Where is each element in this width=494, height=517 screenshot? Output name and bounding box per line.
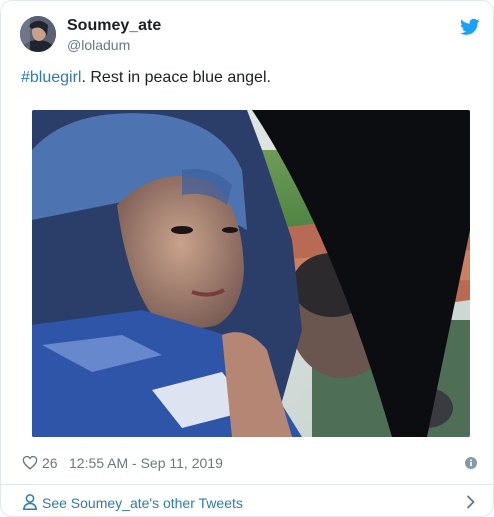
author-name[interactable]: Soumey_ate xyxy=(67,17,161,35)
tweet-text-body: . Rest in peace blue angel. xyxy=(81,69,271,86)
info-icon[interactable] xyxy=(465,457,477,469)
avatar-image xyxy=(20,16,56,52)
tweet-meta: 26 12:55 AM - Sep 11, 2019 xyxy=(22,453,477,473)
timestamp-link[interactable]: 12:55 AM - Sep 11, 2019 xyxy=(69,455,223,471)
tweet-photo[interactable] xyxy=(32,110,470,437)
tweet-header: Soumey_ate @loladum xyxy=(20,16,480,56)
see-other-tweets-link[interactable]: See Soumey_ate's other Tweets xyxy=(1,485,493,516)
tweet-text: #bluegirl. Rest in peace blue angel. xyxy=(21,67,475,89)
hashtag-link[interactable]: #bluegirl xyxy=(21,69,81,86)
twitter-bird-icon[interactable] xyxy=(460,18,480,36)
like-count: 26 xyxy=(42,455,58,471)
tweet-card: Soumey_ate @loladum #bluegirl. Rest in p… xyxy=(0,0,494,517)
heart-icon[interactable] xyxy=(22,455,38,470)
avatar[interactable] xyxy=(20,16,56,52)
photo-image xyxy=(32,110,470,437)
chevron-right-icon xyxy=(467,495,475,509)
person-icon xyxy=(23,494,37,510)
see-other-tweets-label: See Soumey_ate's other Tweets xyxy=(42,495,243,511)
author-handle[interactable]: @loladum xyxy=(67,37,130,53)
